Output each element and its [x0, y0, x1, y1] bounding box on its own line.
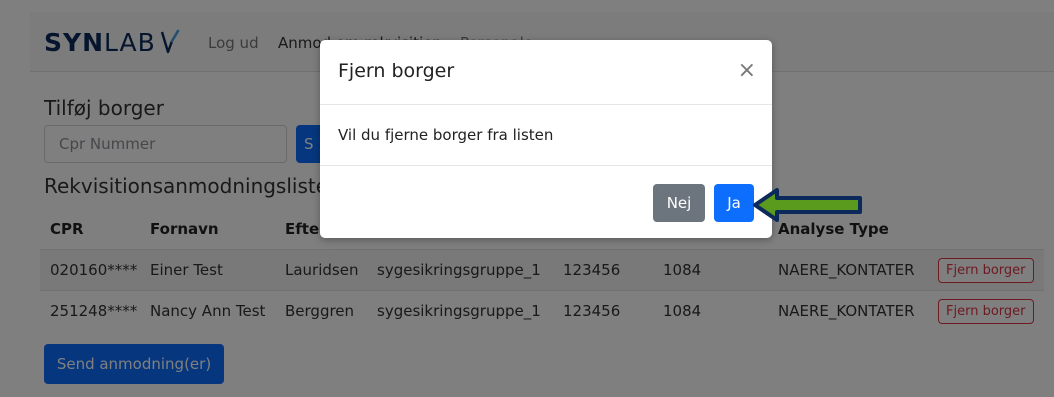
dialog-footer: Nej Ja: [320, 166, 772, 238]
dialog-message: Vil du fjerne borger fra listen: [338, 126, 554, 144]
screen: SYNLAB Log ud Anmod om rekvisition Perso…: [0, 0, 1054, 397]
dialog-title: Fjern borger: [338, 60, 455, 82]
dialog-body: Vil du fjerne borger fra listen: [320, 105, 772, 166]
yes-button[interactable]: Ja: [714, 184, 754, 222]
no-button[interactable]: Nej: [653, 184, 705, 222]
dialog-header: Fjern borger ×: [320, 40, 772, 105]
close-icon[interactable]: ×: [738, 58, 756, 83]
arrow-left-icon: [753, 188, 862, 222]
remove-citizen-dialog: Fjern borger × Vil du fjerne borger fra …: [320, 40, 772, 238]
